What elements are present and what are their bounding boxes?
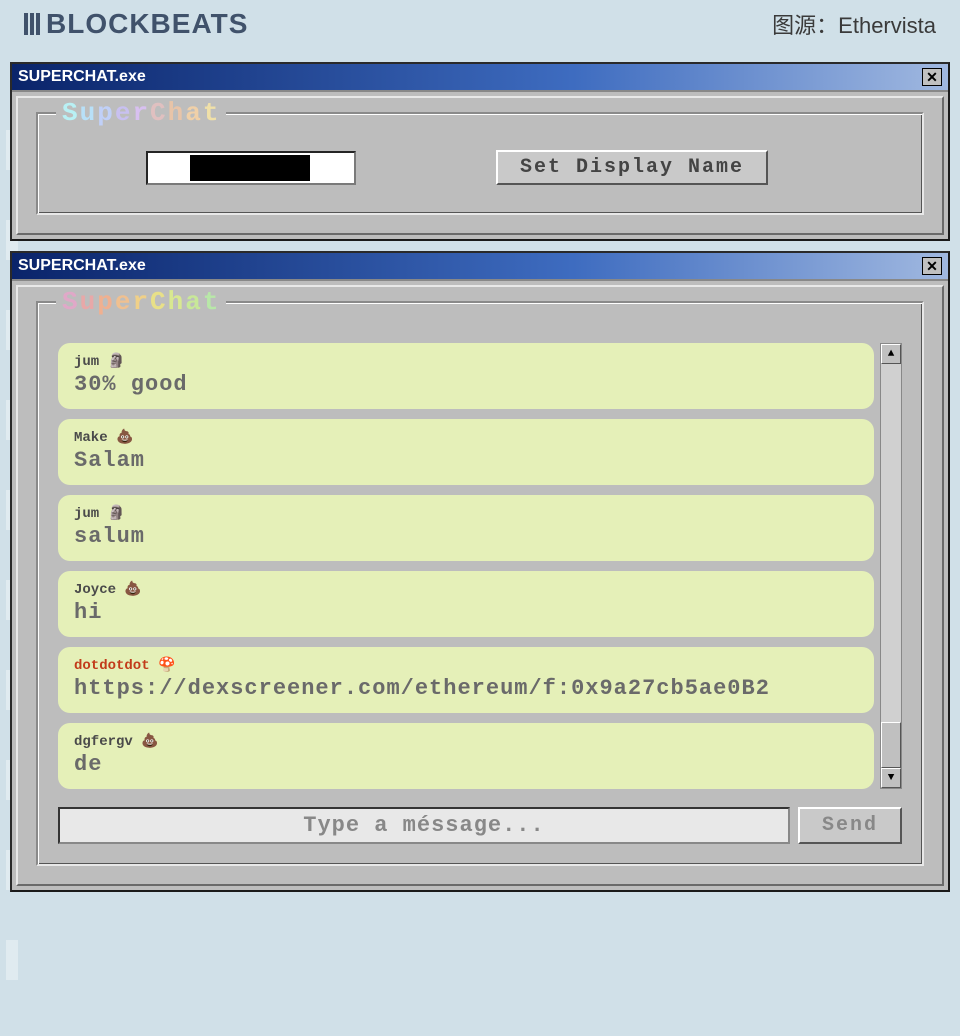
titlebar[interactable]: SUPERCHAT.exe ✕ bbox=[12, 253, 948, 281]
chat-message: dgfergv 💩 de bbox=[58, 723, 874, 789]
display-name-row: Set Display Name bbox=[66, 150, 894, 185]
message-text: hi bbox=[74, 600, 858, 625]
legend-superchat: SuperChat bbox=[56, 287, 226, 317]
message-username: Joyce 💩 bbox=[74, 581, 858, 598]
window-body: SuperChat Set Display Name bbox=[16, 96, 944, 235]
fieldset-name: SuperChat Set Display Name bbox=[36, 112, 924, 215]
message-username: Make 💩 bbox=[74, 429, 858, 446]
message-text: https://dexscreener.com/ethereum/f:0x9a2… bbox=[74, 676, 858, 701]
brand-text: BLOCKBEATS bbox=[46, 8, 248, 40]
chat-message: jum 🗿 30% good bbox=[58, 343, 874, 409]
scroll-thumb[interactable] bbox=[881, 722, 901, 768]
page-header: BLOCKBEATS 图源：Ethervista bbox=[0, 0, 960, 58]
window-title: SUPERCHAT.exe bbox=[18, 68, 146, 86]
scrollbar[interactable]: ▲ ▼ bbox=[880, 343, 902, 789]
window-superchat-setname: SUPERCHAT.exe ✕ SuperChat Set Display Na… bbox=[10, 62, 950, 241]
message-text: 30% good bbox=[74, 372, 858, 397]
message-input[interactable]: Type a méssage... bbox=[58, 807, 790, 844]
chat-message: dotdotdot 🍄 https://dexscreener.com/ether… bbox=[58, 647, 874, 713]
fieldset-chat: SuperChat jum 🗿30% goodMake 💩Salamjum 🗿s… bbox=[36, 301, 924, 866]
close-icon[interactable]: ✕ bbox=[922, 257, 942, 275]
scroll-down-icon[interactable]: ▼ bbox=[881, 768, 901, 788]
chat-message: jum 🗿 salum bbox=[58, 495, 874, 561]
redacted-name bbox=[190, 155, 310, 181]
window-body: SuperChat jum 🗿 30% good Make 💩 Salam jum 🗿 s… bbox=[16, 285, 944, 886]
window-title: SUPERCHAT.exe bbox=[18, 257, 146, 275]
message-text: salum bbox=[74, 524, 858, 549]
chat-area: jum 🗿 30% good Make 💩 Salam jum 🗿 salum Joyce … bbox=[58, 343, 902, 789]
send-button[interactable]: Send bbox=[798, 807, 902, 844]
message-username: dotdotdot 🍄 bbox=[74, 657, 858, 674]
brand-logo: BLOCKBEATS bbox=[24, 8, 248, 40]
image-credit: 图源：Ethervista bbox=[772, 8, 936, 40]
message-username: jum 🗿 bbox=[74, 353, 858, 370]
set-display-name-button[interactable]: Set Display Name bbox=[496, 150, 768, 185]
message-username: dgfergv 💩 bbox=[74, 733, 858, 750]
close-icon[interactable]: ✕ bbox=[922, 68, 942, 86]
display-name-input[interactable] bbox=[146, 151, 356, 185]
titlebar[interactable]: SUPERCHAT.exe ✕ bbox=[12, 64, 948, 92]
chat-message: Joyce 💩 hi bbox=[58, 571, 874, 637]
message-username: jum 🗿 bbox=[74, 505, 858, 522]
message-list: jum 🗿 30% good Make 💩 Salam jum 🗿 salum Joyce … bbox=[58, 343, 874, 789]
legend-superchat: SuperChat bbox=[56, 98, 226, 128]
message-text: Salam bbox=[74, 448, 858, 473]
window-superchat-chat: SUPERCHAT.exe ✕ SuperChat jum 🗿 30% good M… bbox=[10, 251, 950, 892]
brand-bars-icon bbox=[24, 13, 40, 35]
chat-message: Make 💩 Salam bbox=[58, 419, 874, 485]
compose-row: Type a méssage... Send bbox=[58, 807, 902, 844]
message-text: de bbox=[74, 752, 858, 777]
scroll-up-icon[interactable]: ▲ bbox=[881, 344, 901, 364]
